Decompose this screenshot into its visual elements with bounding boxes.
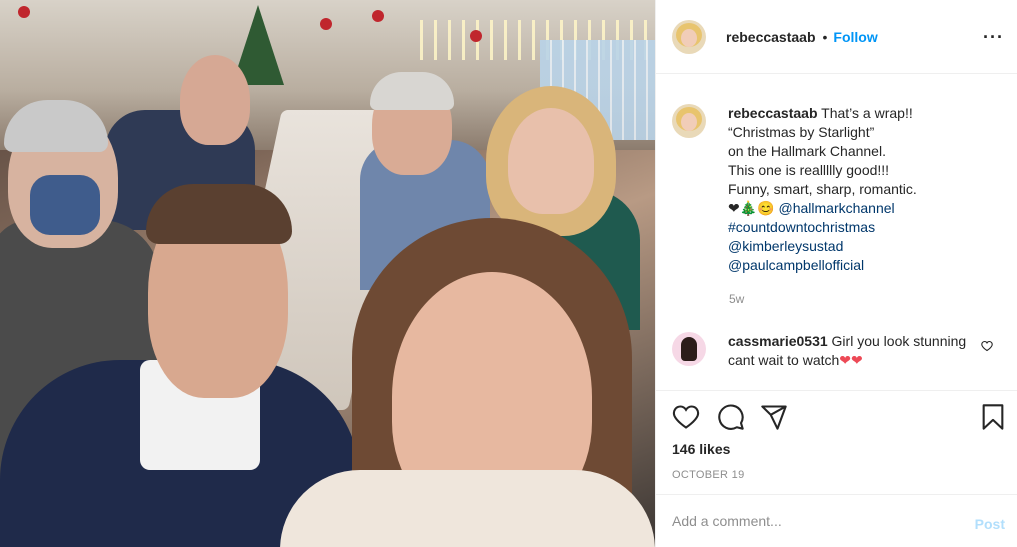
share-icon[interactable]	[760, 403, 788, 431]
caption-timestamp[interactable]: 5w	[729, 292, 744, 306]
ornament	[18, 6, 30, 18]
commenter-avatar[interactable]	[672, 332, 706, 366]
comment-like-heart-icon[interactable]	[981, 340, 993, 352]
hashtag-countdowntochristmas[interactable]: #countdowntochristmas	[728, 219, 875, 235]
post-photo[interactable]	[0, 0, 655, 547]
more-horizontal-icon[interactable]: ···	[983, 28, 1004, 46]
comment-text: cassmarie0531 Girl you look stunning can…	[728, 332, 968, 370]
face-mask	[30, 175, 100, 235]
caption-avatar[interactable]	[672, 104, 706, 138]
divider	[656, 390, 1017, 391]
heart-icon[interactable]	[672, 403, 700, 431]
caption-username[interactable]: rebeccastaab	[728, 105, 818, 121]
caption: rebeccastaab That’s a wrap!! “Christmas …	[672, 104, 1002, 275]
comment-emoji: ❤❤	[839, 352, 863, 368]
mention-paulcampbellofficial[interactable]: @paulcampbellofficial	[728, 257, 864, 273]
person-blonde-head	[508, 108, 594, 214]
comment-input[interactable]	[672, 509, 962, 533]
ornament	[372, 10, 384, 22]
separator-dot: •	[822, 28, 828, 45]
ornament	[320, 18, 332, 30]
post-header: rebeccastaab • Follow ···	[656, 0, 1017, 74]
caption-emoji: ❤🎄😊	[728, 200, 775, 216]
add-comment-section: Post	[656, 494, 1017, 547]
comment-item: cassmarie0531 Girl you look stunning can…	[672, 332, 1002, 370]
avatar[interactable]	[672, 19, 706, 54]
header-username[interactable]: rebeccastaab	[726, 29, 816, 45]
mention-kimberleysustad[interactable]: @kimberleysustad	[728, 238, 843, 254]
person-woman-sweater	[280, 470, 655, 547]
person-man-hair	[146, 184, 292, 244]
person-grey-hair	[370, 72, 454, 110]
post-side-panel: rebeccastaab • Follow ··· rebeccastaab T…	[655, 0, 1017, 547]
person-glasses-head	[180, 55, 250, 145]
comment-username[interactable]: cassmarie0531	[728, 333, 828, 349]
caption-text: rebeccastaab That’s a wrap!! “Christmas …	[728, 104, 917, 275]
bookmark-icon[interactable]	[979, 403, 1007, 431]
ornament	[470, 30, 482, 42]
comment-icon[interactable]	[717, 403, 745, 431]
follow-button[interactable]: Follow	[833, 29, 877, 45]
mention-hallmarkchannel[interactable]: @hallmarkchannel	[778, 200, 894, 216]
post-button[interactable]: Post	[975, 516, 1005, 532]
post-date[interactable]: OCTOBER 19	[672, 469, 745, 481]
likes-count[interactable]: 146 likes	[672, 441, 730, 457]
